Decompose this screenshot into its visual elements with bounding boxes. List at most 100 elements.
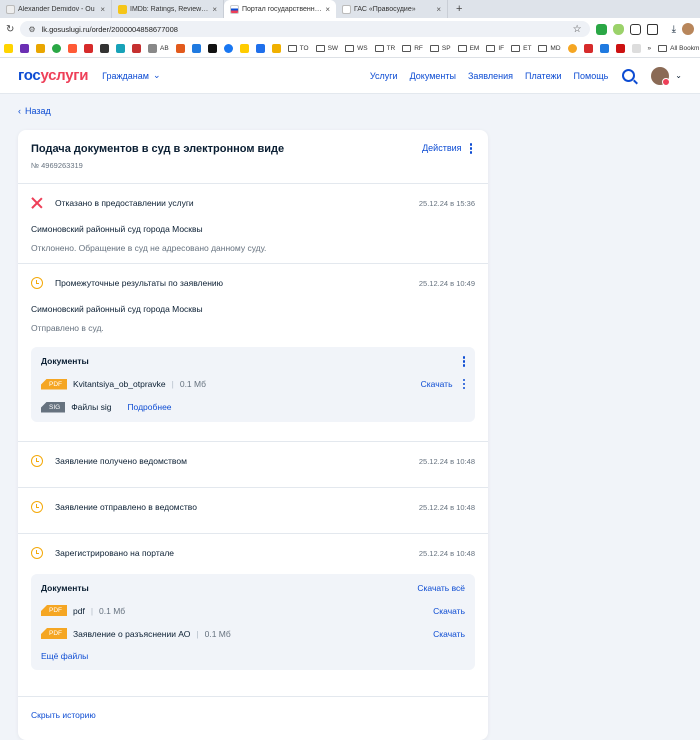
browser-tab-active[interactable]: Портал государственных услу × xyxy=(224,0,336,18)
tab-label: IMDb: Ratings, Reviews, and W xyxy=(130,5,209,13)
event-time: 25.12.24 в 10:48 xyxy=(418,502,475,512)
bookmark-folder[interactable]: MD xyxy=(538,45,561,52)
gosuslugi-logo[interactable]: госуслуги xyxy=(18,67,88,84)
chevron-down-icon[interactable]: ⌄ xyxy=(675,71,682,80)
bookmark-item[interactable] xyxy=(255,44,265,53)
download-all-link[interactable]: Скачать всё xyxy=(417,583,465,593)
bookmark-item[interactable] xyxy=(4,44,13,53)
search-icon[interactable] xyxy=(622,69,636,82)
bookmark-folder[interactable]: EM xyxy=(457,45,479,52)
bookmark-item[interactable] xyxy=(615,44,625,53)
more-vertical-icon[interactable] xyxy=(462,356,465,367)
address-bar: ↻ ⚙ lk.gosuslugi.ru/order/20000048586770… xyxy=(0,18,700,40)
extension-icon[interactable] xyxy=(595,23,607,35)
new-tab-button[interactable]: + xyxy=(448,0,470,18)
bookmark-item[interactable] xyxy=(68,44,77,53)
details-link[interactable]: Подробнее xyxy=(127,402,171,412)
bookmark-item[interactable] xyxy=(132,44,141,53)
bookmark-item[interactable] xyxy=(631,44,641,53)
bookmark-item[interactable] xyxy=(567,44,577,53)
event-time: 25.12.24 в 10:48 xyxy=(418,548,475,558)
document-name[interactable]: Kvitantsiya_ob_otpravke xyxy=(73,379,166,389)
page-title: Подача документов в суд в электронном ви… xyxy=(31,143,285,155)
nav-documents[interactable]: Документы xyxy=(410,71,456,81)
nav-payments[interactable]: Платежи xyxy=(525,71,562,81)
bookmark-folder[interactable]: ET xyxy=(511,45,531,52)
browser-tab[interactable]: IMDb: Ratings, Reviews, and W × xyxy=(112,0,224,18)
bookmark-folder[interactable]: WS xyxy=(345,45,368,52)
clock-icon xyxy=(31,501,43,513)
nav-services[interactable]: Услуги xyxy=(370,71,398,81)
bookmark-folder[interactable]: TO xyxy=(287,45,309,52)
shield-icon[interactable] xyxy=(612,23,624,35)
event-status: Промежуточные результаты по заявлению xyxy=(55,278,224,288)
bookmark-item[interactable] xyxy=(84,44,93,53)
site-info-icon[interactable]: ⚙ xyxy=(28,25,35,34)
bookmark-item[interactable] xyxy=(191,44,201,53)
extension-icon[interactable] xyxy=(629,23,641,35)
download-link[interactable]: Скачать xyxy=(433,629,465,639)
reload-icon[interactable]: ↻ xyxy=(6,24,14,35)
bookmark-star-icon[interactable]: ☆ xyxy=(573,24,582,35)
bookmark-item[interactable] xyxy=(599,44,609,53)
bookmark-item[interactable] xyxy=(239,44,249,53)
close-icon[interactable]: × xyxy=(325,5,330,14)
pdf-file-icon: PDF xyxy=(41,378,67,390)
court-name: Симоновский районный суд города Москвы xyxy=(31,304,203,314)
actions-button[interactable]: Действия xyxy=(422,143,472,154)
nav-applications[interactable]: Заявления xyxy=(468,71,513,81)
bookmark-item[interactable] xyxy=(116,44,125,53)
download-link[interactable]: Скачать xyxy=(421,379,453,389)
profile-avatar[interactable] xyxy=(682,23,694,35)
close-icon[interactable]: × xyxy=(100,5,105,14)
browser-tab[interactable]: Alexander Demidov - Ou × xyxy=(0,0,112,18)
document-name[interactable]: pdf xyxy=(73,606,85,616)
nav-help[interactable]: Помощь xyxy=(574,71,609,81)
event-time: 25.12.24 в 10:49 xyxy=(418,278,475,288)
close-icon[interactable]: × xyxy=(436,5,441,14)
bookmark-item[interactable] xyxy=(52,44,61,53)
bookmark-item[interactable] xyxy=(175,44,185,53)
tab-favicon-icon xyxy=(6,4,15,14)
bookmark-folder[interactable]: SP xyxy=(429,45,451,52)
more-files-link[interactable]: Ещё файлы xyxy=(41,651,88,661)
bookmarks-overflow[interactable]: » xyxy=(648,45,652,52)
bookmark-item[interactable] xyxy=(271,44,281,53)
bookmark-folder[interactable]: IF xyxy=(486,45,504,52)
bookmark-item[interactable] xyxy=(20,44,29,53)
tab-label: Портал государственных услу xyxy=(242,5,323,13)
clock-icon xyxy=(31,547,43,559)
document-size: 0.1 Мб xyxy=(204,628,231,639)
bookmarks-bar: AB TO SW WS TR RF SP EM IF ET MD » All B… xyxy=(0,40,700,58)
bookmark-item[interactable] xyxy=(100,44,109,53)
download-link[interactable]: Скачать xyxy=(433,606,465,616)
tab-favicon-icon xyxy=(230,4,239,14)
document-name[interactable]: Заявление о разъяснении АО xyxy=(73,629,190,639)
more-vertical-icon[interactable] xyxy=(462,378,465,390)
close-icon[interactable]: × xyxy=(212,5,217,14)
bookmark-label: MD xyxy=(550,45,561,52)
bookmark-item[interactable] xyxy=(583,44,593,53)
bookmark-item[interactable] xyxy=(36,44,45,53)
all-bookmarks[interactable]: All Bookm xyxy=(658,45,699,52)
hide-history-link[interactable]: Скрыть историю xyxy=(18,697,488,733)
pdf-file-icon: PDF xyxy=(41,605,67,616)
separator: | xyxy=(90,605,94,616)
bookmark-item[interactable]: AB xyxy=(148,44,169,53)
browser-tab[interactable]: ГАС «Правосудие» × xyxy=(336,0,448,18)
role-selector[interactable]: Гражданам ⌄ xyxy=(102,70,160,81)
folder-icon xyxy=(374,45,384,52)
url-field[interactable]: ⚙ lk.gosuslugi.ru/order/2000004858677008… xyxy=(20,21,590,37)
bookmark-folder[interactable]: SW xyxy=(315,45,338,52)
download-icon[interactable]: ⤓ xyxy=(672,24,676,35)
document-size: 0.1 Мб xyxy=(179,379,206,389)
bookmark-folder[interactable]: RF xyxy=(402,45,423,52)
folder-icon xyxy=(457,45,467,52)
sig-file-icon: SIG xyxy=(41,401,66,413)
bookmark-folder[interactable]: TR xyxy=(374,45,395,52)
extension-icon[interactable] xyxy=(646,23,658,35)
bookmark-item[interactable] xyxy=(223,44,233,53)
bookmark-item[interactable] xyxy=(207,44,217,53)
back-link[interactable]: ‹ Назад xyxy=(18,106,51,116)
user-avatar[interactable] xyxy=(651,66,671,86)
